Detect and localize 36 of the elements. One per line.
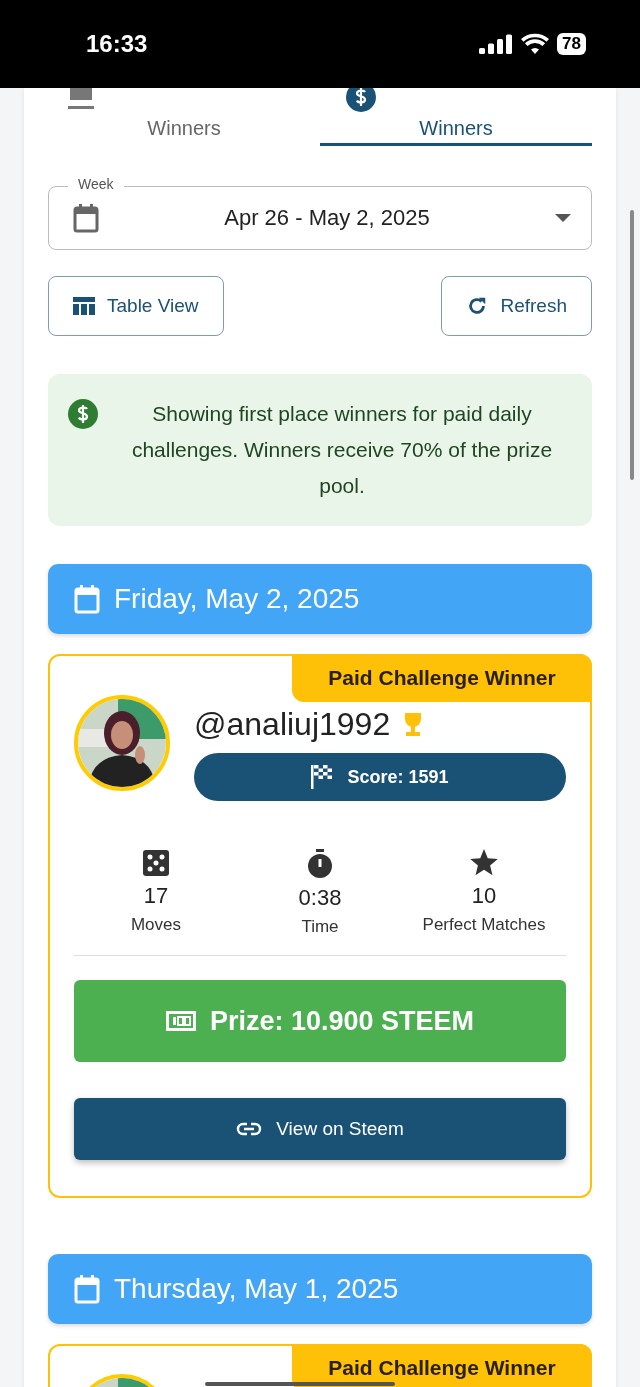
date-header: Friday, May 2, 2025 [48, 564, 592, 634]
signal-icon [479, 34, 514, 54]
dollar-icon [68, 399, 98, 429]
clock-time: 16:33 [86, 30, 148, 58]
winner-badge: Paid Challenge Winner [292, 1344, 592, 1387]
link-icon [236, 1122, 263, 1136]
table-icon [73, 297, 95, 315]
cash-icon [165, 1011, 196, 1031]
calendar-icon [73, 203, 99, 233]
view-on-steem-button[interactable]: View on Steem [74, 1098, 566, 1160]
stopwatch-icon [306, 849, 334, 879]
prize-banner: Prize: 10.900 STEEM [74, 980, 566, 1062]
tab[interactable]: Winners [48, 88, 320, 146]
score-pill: Score: 1591 [194, 753, 566, 801]
table-view-button[interactable]: Table View [48, 276, 224, 336]
username: @analiuj1992 [194, 706, 391, 743]
stat-label: Perfect Matches [422, 915, 546, 935]
stat-value: 17 [143, 883, 169, 909]
tab[interactable]: Winners [320, 88, 592, 146]
wifi-icon [521, 33, 550, 55]
date-header: Thursday, May 1, 2025 [48, 1254, 592, 1324]
field-label: Week [68, 176, 124, 192]
winner-badge: Paid Challenge Winner [292, 654, 592, 702]
battery-level: 78 [557, 33, 586, 55]
checkered-flag-icon [311, 765, 334, 789]
stat-value: 0:38 [298, 885, 342, 911]
stat-label: Time [301, 917, 339, 937]
calendar-icon [74, 1274, 100, 1304]
star-icon [469, 849, 499, 877]
caret-icon [555, 214, 571, 222]
refresh-button[interactable]: Refresh [441, 276, 592, 336]
calendar-icon [74, 584, 100, 614]
stat-label: Moves [130, 915, 182, 935]
dice-icon [142, 849, 170, 877]
stat-value: 10 [471, 883, 497, 909]
info-text: Showing first place winners for paid daily challenges. Winners receive 70% of the prize pool. [130, 401, 554, 499]
